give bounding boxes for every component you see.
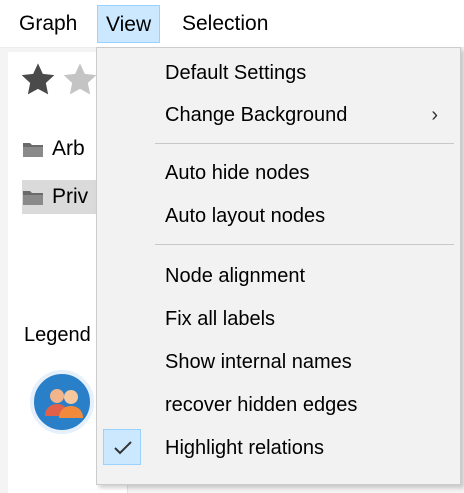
folder-icon xyxy=(23,143,43,158)
menu-item-recover-hidden-edges[interactable]: recover hidden edges xyxy=(99,384,458,426)
menu-item-show-internal-names[interactable]: Show internal names xyxy=(99,341,458,383)
users-group-icon xyxy=(45,389,83,418)
menu-item-auto-hide-nodes[interactable]: Auto hide nodes xyxy=(99,152,458,194)
menu-item-label: Node alignment xyxy=(165,265,306,287)
view-menu-dropdown: Default Settings Change Background › Aut… xyxy=(96,47,461,485)
menu-item-label: Show internal names xyxy=(165,351,352,373)
menu-graph[interactable]: Graph xyxy=(10,5,86,43)
menu-bar: Graph View Selection xyxy=(0,0,464,48)
menu-item-node-alignment[interactable]: Node alignment xyxy=(99,255,458,297)
legend-label: Legend xyxy=(24,324,91,346)
menu-item-label: Default Settings xyxy=(165,62,307,84)
checkmark-indicator xyxy=(103,429,141,465)
menu-item-label: Change Background xyxy=(165,104,348,126)
star-empty-icon[interactable] xyxy=(60,60,100,100)
menu-separator xyxy=(155,143,454,144)
menu-item-label: recover hidden edges xyxy=(165,394,358,416)
tree-item[interactable]: Arb xyxy=(22,132,85,166)
menu-item-highlight-relations[interactable]: Highlight relations xyxy=(99,427,458,469)
menu-item-auto-layout-nodes[interactable]: Auto layout nodes xyxy=(99,195,458,237)
checkmark-icon xyxy=(114,441,132,455)
menu-selection[interactable]: Selection xyxy=(173,5,277,43)
menu-view[interactable]: View xyxy=(97,5,161,43)
folder-icon xyxy=(23,191,43,206)
menu-item-label: Auto layout nodes xyxy=(165,205,326,227)
tree-item-label: Arb xyxy=(52,137,85,160)
menu-separator xyxy=(155,244,454,245)
menu-item-label: Auto hide nodes xyxy=(165,162,310,184)
app-window: Arb Priv Legend Graph View Selection Def… xyxy=(0,0,464,493)
menu-item-label: Fix all labels xyxy=(165,308,276,330)
star-filled-icon[interactable] xyxy=(18,60,58,100)
menu-item-change-background[interactable]: Change Background › xyxy=(99,94,458,136)
menu-item-default-settings[interactable]: Default Settings xyxy=(99,52,458,94)
menu-item-fix-all-labels[interactable]: Fix all labels xyxy=(99,298,458,340)
avatar[interactable] xyxy=(30,370,94,434)
tree-item-label: Priv xyxy=(52,185,89,208)
chevron-right-icon: › xyxy=(431,104,438,126)
menu-item-label: Highlight relations xyxy=(165,437,324,459)
